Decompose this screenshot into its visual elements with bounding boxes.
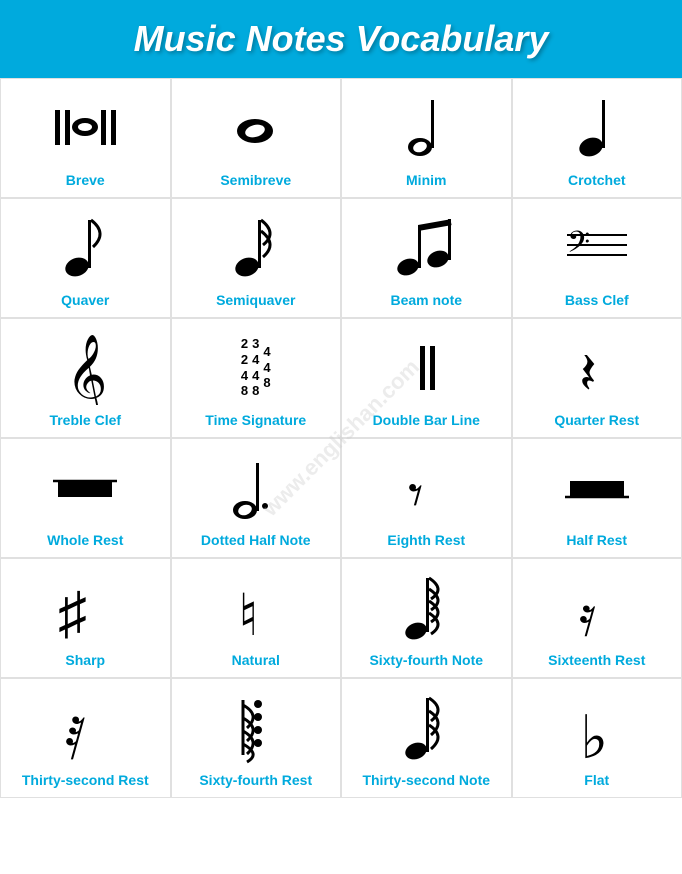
label-thirty-second-rest: Thirty-second Rest xyxy=(22,772,149,789)
symbol-double-bar-line xyxy=(406,329,446,406)
label-whole-rest: Whole Rest xyxy=(47,532,123,549)
symbol-sixty-fourth-note xyxy=(404,569,449,646)
symbol-quarter-rest: 𝄽 xyxy=(577,329,617,406)
label-breve: Breve xyxy=(66,172,105,189)
svg-text:𝄞: 𝄞 xyxy=(66,335,107,405)
svg-text:𝄽: 𝄽 xyxy=(579,341,597,400)
symbol-semiquaver xyxy=(233,209,278,286)
symbol-bass-clef: 𝄢 xyxy=(562,209,632,286)
cell-sixteenth-rest: 𝄿 Sixteenth Rest xyxy=(512,558,682,678)
label-sharp: Sharp xyxy=(65,652,105,669)
symbol-thirty-second-rest: 𝅀 xyxy=(65,689,105,766)
svg-text:♭: ♭ xyxy=(580,705,608,763)
cell-quarter-rest: 𝄽 Quarter Rest xyxy=(512,318,682,438)
label-quaver: Quaver xyxy=(61,292,109,309)
label-double-bar-line: Double Bar Line xyxy=(373,412,480,429)
label-semibreve: Semibreve xyxy=(220,172,291,189)
cell-beam-note: Beam note xyxy=(341,198,512,318)
symbol-dotted-half-note xyxy=(231,449,281,526)
label-treble-clef: Treble Clef xyxy=(49,412,121,429)
symbol-minim xyxy=(406,89,446,166)
cell-dotted-half-note: Dotted Half Note xyxy=(171,438,342,558)
cell-bass-clef: 𝄢 Bass Clef xyxy=(512,198,682,318)
cell-crotchet: Crotchet xyxy=(512,78,682,198)
label-eighth-rest: Eighth Rest xyxy=(387,532,465,549)
label-beam-note: Beam note xyxy=(390,292,462,309)
label-sixty-fourth-note: Sixty-fourth Note xyxy=(369,652,483,669)
symbol-crotchet xyxy=(577,89,617,166)
cell-whole-rest: Whole Rest xyxy=(0,438,171,558)
cell-quaver: Quaver xyxy=(0,198,171,318)
cell-treble-clef: 𝄞 Treble Clef xyxy=(0,318,171,438)
cell-time-signature: 2248 3448 448 Time Signature xyxy=(171,318,342,438)
svg-text:𝅀: 𝅀 xyxy=(65,706,86,763)
symbol-thirty-second-note xyxy=(404,689,449,766)
cell-sharp: ♯ Sharp xyxy=(0,558,171,678)
label-thirty-second-note: Thirty-second Note xyxy=(362,772,490,789)
symbol-semibreve xyxy=(228,89,283,166)
cell-semibreve: Semibreve xyxy=(171,78,342,198)
cell-breve: Breve xyxy=(0,78,171,198)
cell-sixty-fourth-note: Sixty-fourth Note xyxy=(341,558,512,678)
cell-semiquaver: Semiquaver xyxy=(171,198,342,318)
svg-text:𝄢: 𝄢 xyxy=(567,226,590,266)
symbol-sixty-fourth-rest xyxy=(233,689,278,766)
cell-thirty-second-rest: 𝅀 Thirty-second Rest xyxy=(0,678,171,798)
label-flat: Flat xyxy=(584,772,609,789)
label-sixteenth-rest: Sixteenth Rest xyxy=(548,652,645,669)
cell-sixty-fourth-rest: Sixty-fourth Rest xyxy=(171,678,342,798)
label-half-rest: Half Rest xyxy=(566,532,627,549)
symbol-sixteenth-rest: 𝄿 xyxy=(577,569,617,646)
symbol-time-signature: 2248 3448 448 xyxy=(241,329,271,406)
label-quarter-rest: Quarter Rest xyxy=(554,412,639,429)
label-time-signature: Time Signature xyxy=(205,412,306,429)
symbol-natural: ♮ xyxy=(236,569,276,646)
symbol-sharp: ♯ xyxy=(58,569,113,646)
symbol-whole-rest xyxy=(50,449,120,526)
cell-flat: ♭ Flat xyxy=(512,678,682,798)
cell-minim: Minim xyxy=(341,78,512,198)
label-semiquaver: Semiquaver xyxy=(216,292,295,309)
label-bass-clef: Bass Clef xyxy=(565,292,629,309)
label-minim: Minim xyxy=(406,172,446,189)
svg-text:𝄾: 𝄾 xyxy=(408,463,423,520)
cell-natural: ♮ Natural xyxy=(171,558,342,678)
header: Music Notes Vocabulary xyxy=(0,0,682,78)
cell-half-rest: Half Rest xyxy=(512,438,682,558)
svg-text:♯: ♯ xyxy=(58,581,87,640)
symbol-half-rest xyxy=(562,449,632,526)
symbol-beam-note xyxy=(396,209,456,286)
label-dotted-half-note: Dotted Half Note xyxy=(201,532,311,549)
label-sixty-fourth-rest: Sixty-fourth Rest xyxy=(199,772,312,789)
symbol-quaver xyxy=(63,209,108,286)
cell-eighth-rest: 𝄾 Eighth Rest xyxy=(341,438,512,558)
cell-thirty-second-note: Thirty-second Note xyxy=(341,678,512,798)
label-natural: Natural xyxy=(232,652,280,669)
page-title: Music Notes Vocabulary xyxy=(10,18,672,60)
symbol-flat: ♭ xyxy=(577,689,617,766)
label-crotchet: Crotchet xyxy=(568,172,626,189)
symbol-treble-clef: 𝄞 xyxy=(63,329,108,406)
svg-text:𝄿: 𝄿 xyxy=(579,586,596,640)
vocabulary-grid: www.englishan.com Breve Semibreve xyxy=(0,78,682,798)
cell-double-bar-line: Double Bar Line xyxy=(341,318,512,438)
symbol-breve xyxy=(53,89,118,166)
symbol-eighth-rest: 𝄾 xyxy=(406,449,446,526)
svg-text:♮: ♮ xyxy=(238,583,259,640)
